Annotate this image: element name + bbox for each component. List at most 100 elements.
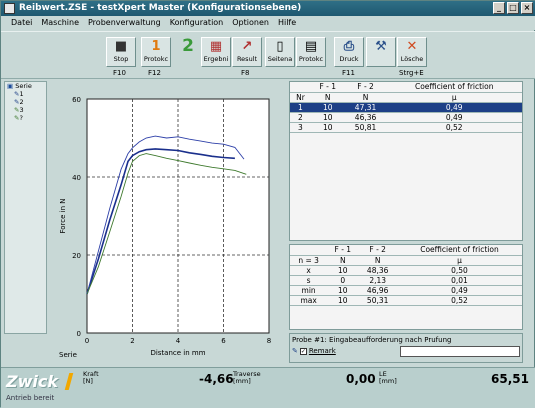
y-tick-label: 20 — [72, 252, 81, 260]
table-units: n = 3 N N μ — [290, 255, 522, 266]
table-cell: 2 — [290, 112, 311, 123]
result-graph-button[interactable]: ↗ Result — [232, 37, 262, 67]
table-cell: 10 — [310, 102, 345, 113]
extension-label: LE [mm] — [379, 370, 397, 385]
column-header: Coefficient of friction — [396, 245, 522, 256]
table-cell: 0,52 — [386, 122, 522, 133]
column-header: Coefficient of friction — [386, 82, 522, 93]
table-cell: 3 — [290, 122, 311, 133]
table-cell: 10 — [327, 265, 359, 276]
report-button[interactable]: ▤ Protokc — [296, 37, 326, 67]
column-header — [290, 245, 328, 256]
key-hint-protocol: F12 — [148, 69, 161, 77]
tools-button[interactable]: ⚒ — [366, 37, 396, 67]
app-icon — [4, 3, 15, 14]
table-cell: 10 — [310, 112, 345, 123]
column-unit: n = 3 — [290, 255, 328, 266]
delete-icon: ✕ — [406, 39, 418, 54]
menu-hilfe[interactable]: Hilfe — [278, 18, 296, 30]
table-row[interactable]: 3 10 50,81 0,52 — [290, 122, 522, 133]
delete-button[interactable]: ✕ Lösche — [397, 37, 427, 67]
results-table: F - 1 F - 2 Coefficient of friction Nr N… — [289, 81, 523, 241]
folder-icon: ▣ — [7, 82, 14, 90]
table-cell: s — [290, 275, 328, 286]
logo-accent — [64, 373, 74, 390]
close-button[interactable]: × — [521, 2, 533, 14]
number-two-icon: 2 — [182, 36, 194, 56]
y-tick-label: 40 — [72, 174, 81, 182]
chart-svg: 0 2 4 6 8 0 20 40 60 Distance in mm Force in N Seri… — [59, 96, 271, 359]
column-unit: μ — [396, 255, 522, 266]
remark-input[interactable] — [400, 346, 520, 357]
column-header: F - 2 — [358, 245, 397, 256]
table-row[interactable]: 1 10 47,31 0,49 — [290, 102, 522, 113]
results-button[interactable]: ▦ Ergebni — [201, 37, 231, 67]
table-cell: 48,36 — [358, 265, 397, 276]
remark-label: Remark — [308, 347, 336, 355]
menu-probenverwaltung[interactable]: Probenverwaltung — [88, 18, 161, 30]
stop-button[interactable]: ■ Stop — [106, 37, 136, 67]
table-cell: 2,13 — [358, 275, 397, 286]
tree-item[interactable]: ✎2 — [5, 98, 46, 106]
protocol-one-button[interactable]: 1 Protokc — [141, 37, 171, 67]
force-label: Kraft [N] — [83, 370, 99, 385]
y-tick-label: 0 — [77, 330, 81, 338]
table-row: min 10 46,96 0,49 — [290, 285, 522, 296]
maximize-button[interactable]: □ — [507, 2, 519, 14]
x-tick-label: 6 — [221, 337, 226, 345]
x-axis-label: Distance in mm — [150, 349, 205, 357]
print-icon: ⎙ — [343, 39, 355, 54]
protocol-two-button[interactable]: 2 — [173, 37, 203, 67]
key-hint-result: F8 — [241, 69, 250, 77]
table-cell: 1 — [290, 102, 311, 113]
report-icon: ▤ — [304, 39, 318, 54]
pencil-icon: ✎ — [292, 347, 298, 355]
tree-root[interactable]: ▣ Serie — [5, 82, 46, 90]
status-text: Antrieb bereit — [6, 394, 55, 402]
table-cell: 10 — [327, 285, 359, 296]
statistics-table: F - 1 F - 2 Coefficient of friction n = … — [289, 244, 523, 330]
menu-maschine[interactable]: Maschine — [41, 18, 79, 30]
table-cell: x — [290, 265, 328, 276]
y-tick-label: 60 — [72, 96, 81, 104]
menu-bar: Datei Maschine Probenverwaltung Konfigur… — [1, 16, 535, 30]
table-units: Nr N N μ — [290, 92, 522, 103]
tree-item[interactable]: ✎3 — [5, 106, 46, 114]
y-axis-label: Force in N — [59, 198, 67, 233]
chart-corner-label: Serie — [59, 351, 77, 359]
zwick-logo: Zwick — [6, 372, 58, 391]
title-bar[interactable]: Reibwert.ZSE - testXpert Master (Konfigu… — [1, 1, 535, 16]
stop-icon: ■ — [114, 39, 128, 54]
table-cell: 46,36 — [344, 112, 387, 123]
tree-item[interactable]: ✎? — [5, 114, 46, 122]
table-row: max 10 50,31 0,52 — [290, 295, 522, 306]
table-cell: 50,81 — [344, 122, 387, 133]
window-title: Reibwert.ZSE - testXpert Master (Konfigu… — [19, 3, 302, 13]
column-header: F - 2 — [344, 82, 387, 93]
x-tick-label: 2 — [130, 337, 134, 345]
minimize-button[interactable]: _ — [493, 2, 505, 14]
menu-datei[interactable]: Datei — [11, 18, 32, 30]
table-row: s 0 2,13 0,01 — [290, 275, 522, 286]
column-header: F - 1 — [310, 82, 345, 93]
tree-item[interactable]: ✎1 — [5, 90, 46, 98]
key-hint-delete: Strg+E — [399, 69, 424, 77]
number-one-icon: 1 — [151, 39, 161, 54]
table-cell: 0 — [327, 275, 359, 286]
prompt-title: Probe #1: Eingabeaufforderung nach Prufu… — [292, 336, 452, 344]
table-cell: 47,31 — [344, 102, 387, 113]
menu-optionen[interactable]: Optionen — [232, 18, 269, 30]
table-cell: 0,50 — [396, 265, 522, 276]
print-button[interactable]: ⎙ Druck — [334, 37, 364, 67]
extension-value: 65,51 — [491, 372, 529, 386]
table-cell: min — [290, 285, 328, 296]
results-panel: F - 1 F - 2 Coefficient of friction Nr N… — [289, 81, 523, 363]
table-row[interactable]: 2 10 46,36 0,49 — [290, 112, 522, 123]
results-icon: ▦ — [209, 39, 223, 54]
toolbar: ■ Stop 1 Protokc 2 ▦ Ergebni ↗ Result ▯ Seite… — [1, 31, 535, 79]
column-unit: N — [310, 92, 345, 103]
crosshead-value: 0,00 — [346, 372, 376, 386]
menu-konfiguration[interactable]: Konfiguration — [170, 18, 224, 30]
remark-checkbox[interactable]: ✓ — [299, 347, 307, 355]
page-button[interactable]: ▯ Seitena — [265, 37, 295, 67]
